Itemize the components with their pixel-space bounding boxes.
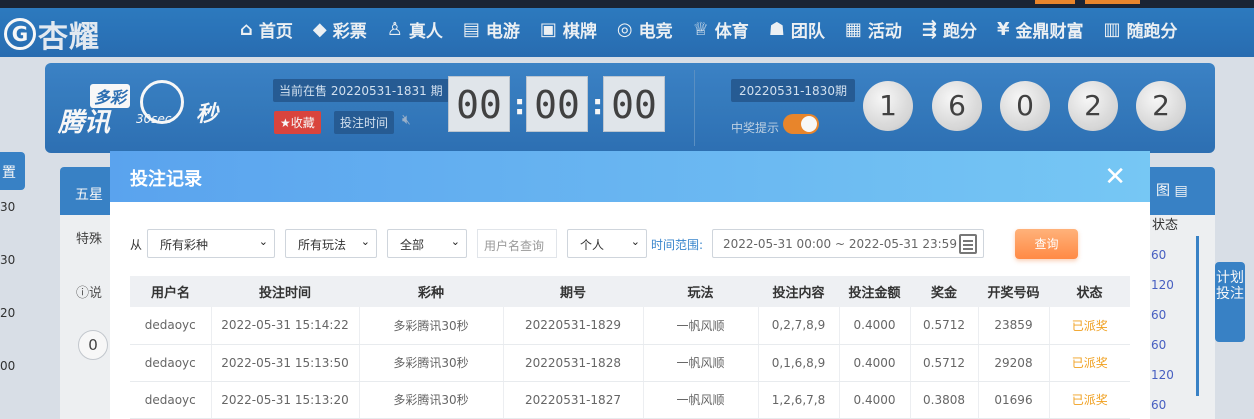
table-cell: 0.3808 — [910, 381, 979, 419]
table-cell: 1,2,6,7,8 — [758, 381, 840, 419]
table-cell: 一帆风顺 — [643, 381, 759, 419]
table-cell: dedaoyc — [130, 381, 212, 419]
table-cell: 一帆风顺 — [643, 307, 759, 345]
table-header-row: 用户名 投注时间 彩种 期号 玩法 投注内容 投注金额 奖金 开奖号码 状态 — [130, 276, 1130, 307]
table-cell: 一帆风顺 — [643, 344, 759, 382]
filter-bar: 从 所有彩种 ⌄ 所有玩法 ⌄ 全部 ⌄ 用户名查询 个人 ⌄ 时间范围: 20… — [110, 228, 1150, 259]
column-header: 玩法 — [643, 276, 758, 307]
chevron-down-icon: ⌄ — [630, 235, 640, 248]
chevron-down-icon: ⌄ — [360, 235, 370, 248]
query-button[interactable]: 查询 — [1015, 229, 1078, 259]
table-cell: 0.5712 — [910, 344, 979, 382]
range-select[interactable]: 全部 ⌄ — [387, 229, 467, 258]
table-row: dedaoyc 2022-05-31 15:13:20 多彩腾讯30秒 2022053… — [130, 381, 1130, 419]
time-range-input[interactable]: 2022-05-31 00:00 ~ 2022-05-31 23:59 — [712, 229, 984, 258]
close-icon[interactable]: ✕ — [1104, 162, 1126, 192]
table-cell: 01696 — [978, 381, 1050, 419]
play-select-value: 所有玩法 — [298, 238, 347, 252]
table-cell: 2022-05-31 15:13:50 — [211, 344, 360, 382]
scope-select[interactable]: 个人 ⌄ — [567, 229, 647, 258]
table-cell: 20220531-1828 — [503, 344, 644, 382]
lottery-select[interactable]: 所有彩种 ⌄ — [147, 229, 275, 258]
scope-select-value: 个人 — [580, 238, 605, 252]
table-cell: 20220531-1827 — [503, 381, 644, 419]
column-header: 奖金 — [910, 276, 978, 307]
column-header: 开奖号码 — [978, 276, 1049, 307]
from-label: 从 — [130, 238, 143, 252]
modal-header: 投注记录 ✕ — [110, 151, 1150, 202]
table-cell: 23859 — [978, 307, 1050, 345]
table-cell: 0.4000 — [839, 344, 911, 382]
table-cell: 0,2,7,8,9 — [758, 307, 840, 345]
table-cell: 0,1,6,8,9 — [758, 344, 840, 382]
table-cell: 0.4000 — [839, 307, 911, 345]
modal-title: 投注记录 — [130, 169, 202, 190]
table-cell: 2022-05-31 15:14:22 — [211, 307, 360, 345]
bet-record-modal: 投注记录 ✕ 从 所有彩种 ⌄ 所有玩法 ⌄ 全部 ⌄ 用户名查询 个人 ⌄ 时… — [110, 151, 1150, 419]
chevron-down-icon: ⌄ — [258, 235, 268, 248]
column-header: 投注时间 — [211, 276, 359, 307]
table-cell: 多彩腾讯30秒 — [359, 381, 504, 419]
table-cell: 0.4000 — [839, 381, 911, 419]
status-badge: 已派奖 — [1049, 307, 1130, 345]
table-row: dedaoyc 2022-05-31 15:13:50 多彩腾讯30秒 2022053… — [130, 344, 1130, 382]
table-cell: 多彩腾讯30秒 — [359, 307, 504, 345]
status-badge: 已派奖 — [1049, 344, 1130, 382]
range-select-value: 全部 — [400, 238, 425, 252]
table-cell: 多彩腾讯30秒 — [359, 344, 504, 382]
table-cell: dedaoyc — [130, 307, 212, 345]
table-body: dedaoyc 2022-05-31 15:14:22 多彩腾讯30秒 2022053… — [130, 307, 1130, 419]
status-badge: 已派奖 — [1049, 381, 1130, 419]
time-range-label: 时间范围: — [651, 238, 704, 252]
column-header: 期号 — [503, 276, 643, 307]
table-cell: dedaoyc — [130, 344, 212, 382]
bet-record-table: 用户名 投注时间 彩种 期号 玩法 投注内容 投注金额 奖金 开奖号码 状态 dedaoyc 202… — [130, 276, 1130, 419]
username-input[interactable]: 用户名查询 — [477, 229, 557, 258]
table-cell: 2022-05-31 15:13:20 — [211, 381, 360, 419]
column-header: 投注金额 — [839, 276, 910, 307]
time-range-value: 2022-05-31 00:00 ~ 2022-05-31 23:59 — [723, 237, 957, 251]
chevron-down-icon: ⌄ — [450, 235, 460, 248]
table-cell: 29208 — [978, 344, 1050, 382]
calendar-icon[interactable] — [959, 234, 977, 254]
lottery-select-value: 所有彩种 — [160, 238, 209, 252]
column-header: 状态 — [1049, 276, 1130, 307]
column-header: 彩种 — [359, 276, 503, 307]
play-select[interactable]: 所有玩法 ⌄ — [285, 229, 377, 258]
table-cell: 0.5712 — [910, 307, 979, 345]
table-cell: 20220531-1829 — [503, 307, 644, 345]
column-header: 用户名 — [130, 276, 211, 307]
column-header: 投注内容 — [758, 276, 839, 307]
table-row: dedaoyc 2022-05-31 15:14:22 多彩腾讯30秒 2022053… — [130, 307, 1130, 345]
